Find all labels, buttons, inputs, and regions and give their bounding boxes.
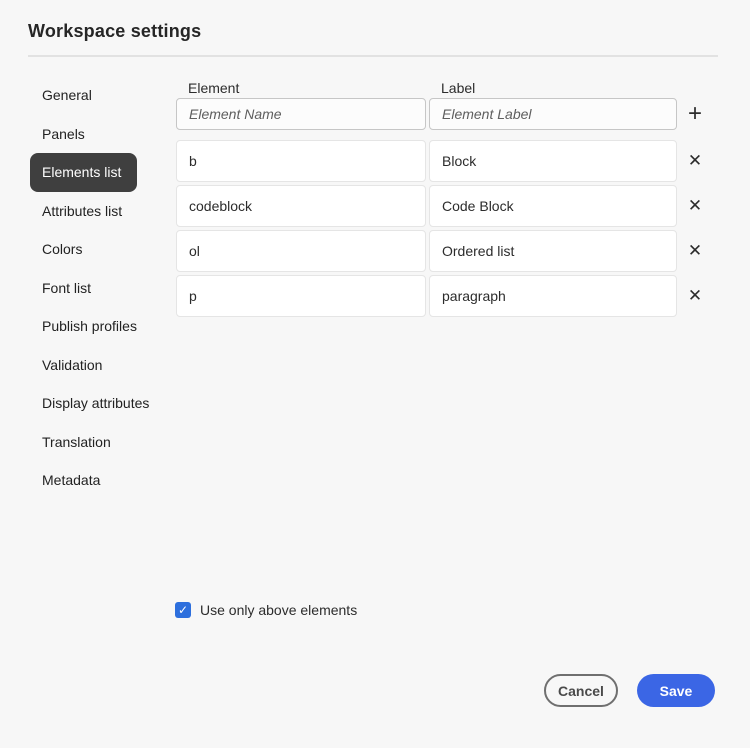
close-icon: ✕ [687, 196, 703, 215]
use-only-above-checkbox[interactable]: ✓ [175, 602, 191, 618]
element-label-cell[interactable]: Code Block [429, 185, 677, 227]
element-column-header: Element [188, 80, 240, 96]
remove-row-button[interactable]: ✕ [682, 147, 708, 175]
element-name-cell[interactable]: codeblock [176, 185, 426, 227]
table-row: p paragraph ✕ [176, 275, 704, 317]
plus-icon: + [687, 100, 702, 127]
sidebar-item-metadata[interactable]: Metadata [30, 461, 116, 500]
elements-table: b Block ✕ codeblock Code Block ✕ ol Orde… [176, 140, 704, 320]
sidebar-item-translation[interactable]: Translation [30, 423, 127, 462]
sidebar-item-validation[interactable]: Validation [30, 346, 118, 385]
element-name-cell[interactable]: ol [176, 230, 426, 272]
save-button[interactable]: Save [637, 674, 715, 707]
close-icon: ✕ [687, 241, 703, 260]
close-icon: ✕ [687, 286, 703, 305]
page-title: Workspace settings [28, 21, 202, 41]
element-label-cell[interactable]: paragraph [429, 275, 677, 317]
use-only-above-option[interactable]: ✓ Use only above elements [175, 602, 357, 618]
sidebar-item-elements-list[interactable]: Elements list [30, 153, 138, 192]
sidebar-item-colors[interactable]: Colors [30, 230, 98, 269]
table-row: b Block ✕ [176, 140, 704, 182]
remove-row-button[interactable]: ✕ [682, 237, 708, 265]
use-only-above-label: Use only above elements [200, 602, 358, 618]
check-icon: ✓ [177, 603, 189, 617]
cancel-button[interactable]: Cancel [544, 674, 618, 707]
close-icon: ✕ [687, 151, 703, 170]
element-label-cell[interactable]: Block [429, 140, 677, 182]
sidebar-item-general[interactable]: General [30, 76, 108, 115]
remove-row-button[interactable]: ✕ [682, 192, 708, 220]
sidebar-item-font-list[interactable]: Font list [30, 269, 107, 308]
element-label-cell[interactable]: Ordered list [429, 230, 677, 272]
add-element-button[interactable]: + [682, 100, 708, 128]
element-name-cell[interactable]: p [176, 275, 426, 317]
title-divider [28, 55, 718, 57]
element-name-cell[interactable]: b [176, 140, 426, 182]
sidebar-item-publish-profiles[interactable]: Publish profiles [30, 307, 153, 346]
workspace-settings-dialog: Workspace settings General Panels Elements… [0, 0, 750, 748]
sidebar-item-attributes-list[interactable]: Attributes list [30, 192, 138, 231]
table-row: codeblock Code Block ✕ [176, 185, 704, 227]
sidebar-item-display-attributes[interactable]: Display attributes [30, 384, 165, 423]
element-label-input[interactable] [429, 98, 677, 130]
sidebar-item-panels[interactable]: Panels [30, 115, 101, 154]
settings-sidebar: General Panels Elements list Attributes lis… [30, 76, 165, 500]
remove-row-button[interactable]: ✕ [682, 282, 708, 310]
label-column-header: Label [441, 80, 476, 96]
element-name-input[interactable] [176, 98, 426, 130]
table-row: ol Ordered list ✕ [176, 230, 704, 272]
